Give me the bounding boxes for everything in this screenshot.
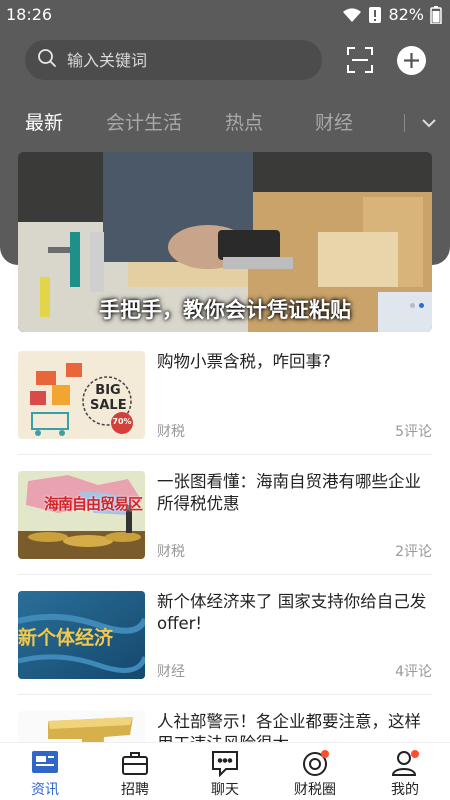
tabbar-label: 招聘 bbox=[121, 782, 149, 798]
circle-icon bbox=[300, 749, 330, 777]
tab-accounting-life[interactable]: 会计生活 bbox=[106, 108, 182, 135]
scan-icon[interactable] bbox=[346, 46, 374, 74]
news-comment-count: 5评论 bbox=[395, 424, 432, 440]
category-tabs: 最新 会计生活 热点 财经 bbox=[0, 108, 450, 140]
search-input[interactable] bbox=[67, 50, 287, 70]
app-screen: 18:26 82% 输入关键词 最新 会计生活 热点 财经 手把手，教你会计凭证… bbox=[0, 0, 450, 800]
tabbar-label: 资讯 bbox=[31, 782, 59, 798]
news-category: 财税 bbox=[157, 424, 185, 440]
alert-icon bbox=[368, 6, 382, 24]
news-category: 财经 bbox=[157, 664, 185, 680]
tab-finance[interactable]: 财经 bbox=[315, 108, 353, 135]
chat-icon bbox=[210, 749, 240, 778]
news-icon bbox=[30, 749, 60, 777]
briefcase-icon bbox=[120, 749, 150, 777]
search-icon bbox=[37, 48, 57, 72]
news-title: 购物小票含税，咋回事? bbox=[157, 352, 331, 371]
tabbar-label: 财税圈 bbox=[294, 782, 336, 798]
status-time: 18:26 bbox=[6, 5, 53, 24]
news-item[interactable]: 新个体经济 新个体经济来了 国家支持你给自己发offer! 财经 4评论 bbox=[0, 575, 450, 695]
tabbar-jobs[interactable]: 招聘 bbox=[90, 747, 180, 799]
bottom-tab-bar: 资讯 招聘 聊天 财税圈 我的 bbox=[0, 742, 450, 800]
news-thumbnail: 海南自由贸易区 bbox=[18, 471, 145, 559]
carousel-indicator bbox=[410, 303, 424, 308]
profile-icon bbox=[390, 749, 420, 777]
wifi-icon bbox=[342, 7, 362, 23]
status-icons: 82% bbox=[342, 5, 442, 24]
battery-percent: 82% bbox=[388, 5, 424, 24]
thumb-sale-badge: 70% bbox=[112, 417, 132, 426]
news-title: 一张图看懂：海南自贸港有哪些企业所得税优惠 bbox=[157, 472, 421, 513]
tabbar-label: 聊天 bbox=[211, 782, 239, 798]
status-bar: 18:26 82% bbox=[0, 0, 450, 30]
tabbar-profile[interactable]: 我的 bbox=[360, 747, 450, 799]
news-category: 财税 bbox=[157, 544, 185, 560]
thumb-region-text: 海南自由贸易区 bbox=[44, 495, 143, 513]
search-row bbox=[0, 38, 450, 82]
news-item[interactable]: BIG SALE 70% 购物小票含税，咋回事? 财税 5评论 bbox=[0, 335, 450, 455]
tabbar-chat[interactable]: 聊天 bbox=[180, 747, 270, 799]
tab-hot[interactable]: 热点 bbox=[225, 108, 263, 135]
tab-latest[interactable]: 最新 bbox=[25, 108, 63, 135]
tab-divider bbox=[404, 114, 405, 132]
thumb-economy-text: 新个体经济 bbox=[18, 627, 114, 649]
news-comment-count: 4评论 bbox=[395, 664, 432, 680]
tabbar-tax-circle[interactable]: 财税圈 bbox=[270, 747, 360, 799]
tabbar-news[interactable]: 资讯 bbox=[0, 747, 90, 799]
battery-icon bbox=[430, 5, 442, 24]
banner-caption: 手把手，教你会计凭证粘贴 bbox=[99, 298, 351, 322]
thumb-sale-text: BIG SALE bbox=[90, 383, 127, 413]
banner-carousel[interactable]: 手把手，教你会计凭证粘贴 bbox=[18, 152, 432, 332]
tabbar-label: 我的 bbox=[391, 782, 419, 798]
news-thumbnail: 新个体经济 bbox=[18, 591, 145, 679]
news-thumbnail: BIG SALE 70% bbox=[18, 351, 145, 439]
search-box[interactable] bbox=[25, 40, 322, 80]
news-title: 新个体经济来了 国家支持你给自己发offer! bbox=[157, 592, 427, 633]
news-item[interactable]: 海南自由贸易区 一张图看懂：海南自贸港有哪些企业所得税优惠 财税 2评论 bbox=[0, 455, 450, 575]
chevron-down-icon[interactable] bbox=[420, 114, 438, 132]
add-icon[interactable] bbox=[397, 46, 426, 75]
news-comment-count: 2评论 bbox=[395, 544, 432, 560]
